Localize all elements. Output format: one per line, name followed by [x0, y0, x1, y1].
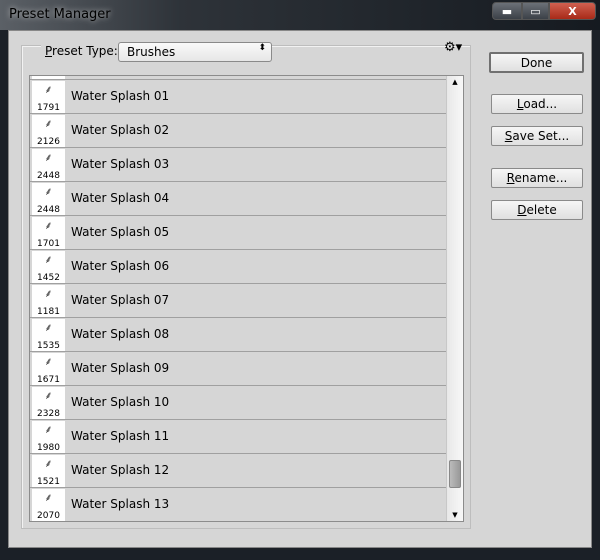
brush-shape-icon: ⸙	[44, 185, 53, 198]
preset-name: Water Splash 01	[71, 89, 170, 103]
brush-shape-icon: ⸙	[44, 219, 53, 232]
scroll-down-icon[interactable]: ▼	[447, 511, 463, 519]
maximize-button[interactable]: ▭	[522, 2, 549, 20]
close-button[interactable]: X	[549, 2, 596, 20]
brush-size: 2328	[37, 409, 60, 419]
brush-shape-icon: ⸙	[44, 355, 53, 368]
preset-name: Water Splash 02	[71, 123, 170, 137]
list-item[interactable]: ⸙ 1791 Water Splash 01	[30, 80, 447, 114]
brush-shape-icon: ⸙	[44, 389, 53, 402]
brush-thumbnail: ⸙ 1791	[32, 81, 65, 113]
window-title: Preset Manager	[9, 7, 111, 22]
brush-size: 1980	[37, 443, 60, 453]
preset-name: Water Splash 13	[71, 497, 170, 511]
brush-shape-icon: ⸙	[44, 457, 53, 470]
brush-thumbnail: ⸙ 1980	[32, 421, 65, 453]
list-item[interactable]: ⸙ 1671 Water Splash 09	[30, 352, 447, 386]
brush-size: 2448	[37, 205, 60, 215]
brush-thumbnail: ⸙ 2070	[32, 489, 65, 521]
brush-size: 2070	[37, 511, 60, 521]
brush-shape-icon: ⸙	[44, 321, 53, 334]
preset-type-value: Brushes	[127, 45, 176, 59]
brush-shape-icon: ⸙	[44, 253, 53, 266]
brush-size: 1452	[37, 273, 60, 283]
brush-shape-icon: ⸙	[44, 287, 53, 300]
minimize-button[interactable]: ▬	[492, 2, 522, 20]
preset-name: Water Splash 06	[71, 259, 170, 273]
preset-name: Water Splash 05	[71, 225, 170, 239]
brush-size: 1521	[37, 477, 60, 487]
list-item[interactable]: ⸙ 1181 Water Splash 07	[30, 284, 447, 318]
brush-shape-icon: ⸙	[44, 423, 53, 436]
brush-thumbnail	[32, 76, 65, 79]
preset-type-select[interactable]: Brushes ⬍	[118, 42, 272, 62]
preset-name: Water Splash 08	[71, 327, 170, 341]
list-item[interactable]: ⸙ 1701 Water Splash 05	[30, 216, 447, 250]
dialog-body: Preset Type: Brushes ⬍ ⚙▾ ⸙ 1791 Water Spl…	[8, 30, 592, 548]
rename-button[interactable]: Rename...	[491, 168, 583, 188]
brush-size: 1671	[37, 375, 60, 385]
brush-thumbnail: ⸙ 1535	[32, 319, 65, 351]
brush-size: 1181	[37, 307, 60, 317]
list-item[interactable]: ⸙ 2126 Water Splash 02	[30, 114, 447, 148]
brush-shape-icon: ⸙	[44, 117, 53, 130]
gear-icon[interactable]: ⚙▾	[444, 40, 462, 55]
preset-type-label: Preset Type:	[41, 44, 122, 58]
list-item[interactable]: ⸙ 2448 Water Splash 04	[30, 182, 447, 216]
delete-button[interactable]: Delete	[491, 200, 583, 220]
select-arrows-icon: ⬍	[258, 43, 266, 53]
load-button[interactable]: Load...	[491, 94, 583, 114]
list-item[interactable]: ⸙ 1452 Water Splash 06	[30, 250, 447, 284]
preset-name: Water Splash 11	[71, 429, 170, 443]
save-set-button[interactable]: Save Set...	[491, 126, 583, 146]
brush-shape-icon: ⸙	[44, 151, 53, 164]
brush-thumbnail: ⸙ 2448	[32, 183, 65, 215]
brush-thumbnail: ⸙ 2448	[32, 149, 65, 181]
brush-size: 1701	[37, 239, 60, 249]
list-item[interactable]: ⸙ 2328 Water Splash 10	[30, 386, 447, 420]
preset-list[interactable]: ⸙ 1791 Water Splash 01 ⸙ 2126 Water Splash 02…	[29, 75, 464, 522]
preset-name: Water Splash 12	[71, 463, 170, 477]
scrollbar[interactable]: ▲ ▼	[446, 76, 463, 521]
list-item[interactable]: ⸙ 2448 Water Splash 03	[30, 148, 447, 182]
brush-size: 2448	[37, 171, 60, 181]
preset-name: Water Splash 04	[71, 191, 170, 205]
brush-thumbnail: ⸙ 2126	[32, 115, 65, 147]
brush-thumbnail: ⸙ 1181	[32, 285, 65, 317]
brush-thumbnail: ⸙ 1521	[32, 455, 65, 487]
brush-size: 1535	[37, 341, 60, 351]
brush-shape-icon: ⸙	[44, 491, 53, 504]
list-item[interactable]: ⸙ 1521 Water Splash 12	[30, 454, 447, 488]
brush-size: 1791	[37, 103, 60, 113]
brush-thumbnail: ⸙ 2328	[32, 387, 65, 419]
title-bar: Preset Manager ▬ ▭ X	[0, 0, 600, 30]
list-item[interactable]: ⸙ 1535 Water Splash 08	[30, 318, 447, 352]
brush-thumbnail: ⸙ 1452	[32, 251, 65, 283]
brush-size: 2126	[37, 137, 60, 147]
preset-name: Water Splash 07	[71, 293, 170, 307]
preset-name: Water Splash 09	[71, 361, 170, 375]
scroll-up-icon[interactable]: ▲	[447, 78, 463, 86]
preset-name: Water Splash 03	[71, 157, 170, 171]
done-button[interactable]: Done	[489, 52, 584, 73]
brush-thumbnail: ⸙ 1671	[32, 353, 65, 385]
brush-thumbnail: ⸙ 1701	[32, 217, 65, 249]
preset-name: Water Splash 10	[71, 395, 170, 409]
brush-shape-icon: ⸙	[44, 83, 53, 96]
scrollbar-thumb[interactable]	[449, 459, 461, 488]
list-item[interactable]: ⸙ 2070 Water Splash 13	[30, 488, 447, 521]
list-item[interactable]: ⸙ 1980 Water Splash 11	[30, 420, 447, 454]
